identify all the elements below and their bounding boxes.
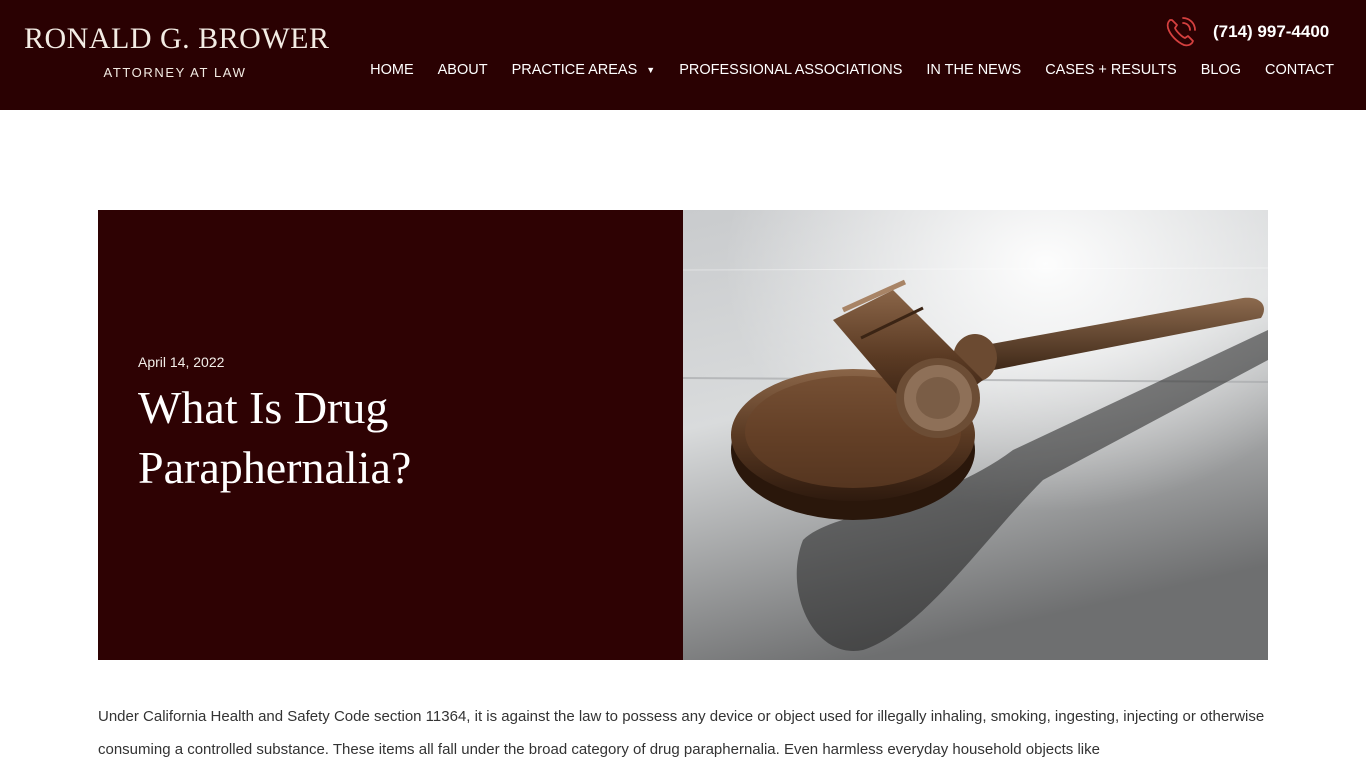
post-title: What Is Drug Paraphernalia? (138, 382, 412, 493)
logo-subtitle: ATTORNEY AT LAW (103, 65, 247, 80)
nav-about[interactable]: ABOUT (438, 62, 488, 78)
nav-in-the-news[interactable]: IN THE NEWS (926, 62, 1021, 78)
site-logo[interactable]: RONALD G. BROWER ATTORNEY AT LAW (24, 22, 330, 80)
nav-practice-areas[interactable]: PRACTICE AREAS ▼ (512, 62, 656, 78)
site-header: RONALD G. BROWER ATTORNEY AT LAW (714) 9… (0, 0, 1366, 110)
main-nav: HOME ABOUT PRACTICE AREAS ▼ PROFESSIONAL… (370, 62, 1334, 78)
nav-professional-associations[interactable]: PROFESSIONAL ASSOCIATIONS (679, 62, 902, 78)
phone-number: (714) 997-4400 (1213, 22, 1330, 41)
nav-contact[interactable]: CONTACT (1265, 62, 1334, 78)
post-hero: April 14, 2022 What Is Drug Paraphernali… (98, 210, 1268, 660)
post-date: April 14, 2022 (138, 354, 225, 370)
hero-title-panel: April 14, 2022 What Is Drug Paraphernali… (98, 210, 683, 660)
nav-cases-results[interactable]: CASES + RESULTS (1045, 62, 1176, 78)
gavel-illustration (683, 210, 1268, 660)
gavel-image (683, 210, 1268, 660)
phone-link[interactable]: (714) 997-4400 (1163, 14, 1329, 50)
nav-practice-areas-label: PRACTICE AREAS (511, 62, 638, 78)
logo-name: RONALD G. BROWER (24, 22, 330, 55)
phone-ringing-icon (1166, 17, 1196, 47)
caret-down-icon: ▼ (646, 65, 656, 75)
nav-home[interactable]: HOME (370, 62, 414, 78)
post-body-paragraph: Under California Health and Safety Code … (98, 708, 1265, 758)
nav-blog[interactable]: BLOG (1201, 62, 1241, 78)
